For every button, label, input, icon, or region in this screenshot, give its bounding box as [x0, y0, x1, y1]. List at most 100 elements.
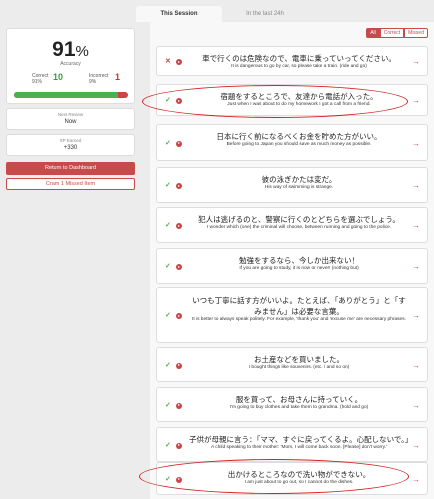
next-review-label: Next Review: [57, 112, 84, 117]
review-item-body: 宿題をするところで、友達から電話が入った。 Just when I was abo…: [189, 91, 409, 108]
correct-check-icon: ✓: [165, 222, 171, 229]
english-translation: I bought things like souvenirs. (etc. / …: [248, 365, 350, 370]
review-item[interactable]: ✓ 子供が母親に言う：「ママ、すぐに戻ってくるよ。心配しないで。」 A child …: [156, 427, 428, 462]
incorrect-count: 1: [115, 72, 121, 82]
accuracy-progress-bar: [14, 92, 128, 98]
review-item-body: 犯人は逃げるのと、警察に行くのとどちらを選ぶでしょう。 I wonder whic…: [189, 214, 409, 231]
audio-play-icon[interactable]: [176, 476, 182, 483]
accuracy-percentage: 91%: [7, 38, 134, 62]
japanese-sentence: 宿題をするところで、友達から電話が入った。: [220, 92, 378, 101]
arrow-right-icon[interactable]: →: [412, 221, 420, 230]
arrow-right-icon[interactable]: →: [412, 57, 420, 66]
english-translation: Before going to Japan you should save as…: [226, 142, 372, 147]
review-item-body: 出かけるところなので洗い物ができない。 I am just about to go…: [189, 469, 409, 486]
audio-play-icon[interactable]: [176, 140, 182, 147]
xp-card: XP Earned +330: [6, 134, 135, 156]
english-translation: If you are going to study, it is now or …: [239, 266, 359, 271]
review-item[interactable]: ✓ お土産などを買いました。 I bought things like souven…: [156, 347, 428, 382]
arrow-right-icon[interactable]: →: [412, 441, 420, 450]
tab-this-session[interactable]: This Session: [136, 6, 222, 22]
filter-group: All Correct Missed: [366, 28, 428, 38]
xp-label: XP Earned: [59, 138, 82, 143]
english-translation: I wonder which (one) the criminal will c…: [206, 225, 392, 230]
review-item[interactable]: ✓ いつも丁寧に話す方がいいよ。たとえば、「ありがとう」と「すみません」は必要な言…: [156, 287, 428, 343]
incorrect-pct: 9%: [89, 79, 97, 85]
review-item[interactable]: ✓ 日本に行く前になるべくお金を貯めた方がいい。 Before going to J…: [156, 124, 428, 161]
arrow-right-icon[interactable]: →: [412, 139, 420, 148]
english-translation: His way of swimming is strange.: [264, 185, 334, 190]
cram-missed-button[interactable]: Cram 1 Missed Item: [6, 178, 135, 190]
correct-check-icon: ✓: [165, 475, 171, 483]
accuracy-progress-fill: [14, 92, 118, 98]
review-item[interactable]: ✓ 勉強をするなら、今しか出来ない！ If you are going to stu…: [156, 248, 428, 284]
audio-play-icon[interactable]: [176, 223, 182, 229]
audio-play-icon[interactable]: [176, 313, 182, 319]
filter-correct-button[interactable]: Correct: [379, 28, 405, 38]
review-item[interactable]: ✓ 犯人は逃げるのと、警察に行くのとどちらを選ぶでしょう。 I wonder whi…: [156, 207, 428, 243]
english-translation: I am just about to go out, so I cannot d…: [244, 480, 354, 485]
return-to-dashboard-button[interactable]: Return to Dashboard: [6, 162, 135, 175]
english-translation: It is dangerous to go by car, so please …: [231, 64, 367, 69]
correct-check-icon: ✓: [165, 361, 171, 369]
review-item-body: 車で行くのは危険なので、電車に乗っていってください。 It is dangerou…: [189, 53, 409, 70]
japanese-sentence: お土産などを買いました。: [254, 355, 344, 364]
next-review-card: Next Review Now: [6, 108, 135, 130]
japanese-sentence: 出かけるところなので洗い物ができない。: [227, 470, 371, 479]
review-item-body: 日本に行く前になるべくお金を貯めた方がいい。 Before going to Ja…: [189, 131, 409, 148]
arrow-right-icon[interactable]: →: [412, 262, 420, 271]
review-item-body: 子供が母親に言う：「ママ、すぐに戻ってくるよ。心配しないで。」 A child s…: [189, 434, 413, 451]
review-item-body: 服を買って、お母さんに持っていく。 I'm going to buy clothe…: [189, 394, 409, 411]
incorrect-stat: Incorrect 9% 1: [89, 73, 120, 86]
review-list-panel: All Correct Missed ✕ 車で行くのは危険なので、電車に乗っていっ…: [150, 22, 434, 499]
xp-value: +330: [63, 145, 78, 151]
correct-check-icon: ✓: [165, 441, 171, 449]
japanese-sentence: いつも丁寧に話す方がいいよ。たとえば、「ありがとう」と「すみません」は必要な言葉…: [192, 296, 406, 316]
review-item[interactable]: ✕ 車で行くのは危険なので、電車に乗っていってください。 It is dangero…: [156, 46, 428, 76]
audio-play-icon[interactable]: [176, 402, 182, 409]
arrow-right-icon[interactable]: →: [412, 311, 420, 320]
audio-play-icon[interactable]: [176, 442, 182, 449]
correct-check-icon: ✓: [165, 312, 171, 319]
tab-last-24h[interactable]: In the last 24h: [222, 6, 308, 22]
review-item[interactable]: ✓ 彼の泳ぎかたは変だ。 His way of swimming is strang…: [156, 167, 428, 203]
accuracy-card: 91% Accuracy Correct 91% 10 Incorrect 9%…: [6, 28, 135, 104]
audio-play-icon[interactable]: [176, 362, 182, 369]
japanese-sentence: 彼の泳ぎかたは変だ。: [261, 175, 337, 184]
japanese-sentence: 犯人は逃げるのと、警察に行くのとどちらを選ぶでしょう。: [198, 215, 400, 224]
incorrect-x-icon: ✕: [165, 58, 171, 65]
filter-all-button[interactable]: All: [366, 28, 380, 38]
review-item-body: いつも丁寧に話す方がいいよ。たとえば、「ありがとう」と「すみません」は必要な言葉…: [189, 295, 409, 323]
english-translation: I'm going to buy clothes and take them t…: [229, 405, 369, 410]
correct-check-icon: ✓: [165, 139, 171, 147]
correct-check-icon: ✓: [165, 97, 171, 104]
review-item-body: お土産などを買いました。 I bought things like souveni…: [189, 354, 409, 371]
english-translation: A child speaking to their mother: 'Mom, …: [211, 445, 387, 450]
arrow-right-icon[interactable]: →: [412, 181, 420, 190]
audio-play-icon[interactable]: [176, 59, 182, 65]
review-item[interactable]: ✓ 宿題をするところで、友達から電話が入った。 Just when I was ab…: [156, 84, 428, 116]
audio-play-icon[interactable]: [176, 183, 182, 189]
correct-count: 10: [53, 72, 64, 82]
correct-pct: 91%: [32, 79, 43, 85]
arrow-right-icon[interactable]: →: [412, 475, 420, 484]
audio-play-icon[interactable]: [176, 98, 182, 104]
review-item-body: 勉強をするなら、今しか出来ない！ If you are going to stud…: [189, 255, 409, 272]
japanese-sentence: 子供が母親に言う：「ママ、すぐに戻ってくるよ。心配しないで。」: [189, 435, 413, 444]
arrow-right-icon[interactable]: →: [412, 401, 420, 410]
review-item[interactable]: ✓ 出かけるところなので洗い物ができない。 I am just about to g…: [156, 462, 428, 495]
correct-check-icon: ✓: [165, 401, 171, 409]
filter-missed-button[interactable]: Missed: [404, 28, 428, 38]
english-translation: It is better to always speak politely. F…: [192, 317, 406, 322]
accuracy-label: Accuracy: [60, 61, 81, 67]
correct-stat: Correct 91% 10: [32, 73, 63, 86]
review-item[interactable]: ✓ 服を買って、お母さんに持っていく。 I'm going to buy cloth…: [156, 387, 428, 422]
arrow-right-icon[interactable]: →: [412, 96, 420, 105]
japanese-sentence: 日本に行く前になるべくお金を貯めた方がいい。: [216, 132, 382, 141]
summary-panel: 91% Accuracy Correct 91% 10 Incorrect 9%…: [6, 28, 135, 190]
japanese-sentence: 勉強をするなら、今しか出来ない！: [239, 256, 359, 265]
japanese-sentence: 服を買って、お母さんに持っていく。: [235, 395, 363, 404]
english-translation: Just when I was about to do my homework …: [227, 102, 371, 107]
audio-play-icon[interactable]: [176, 264, 182, 270]
accuracy-value: 91: [52, 38, 76, 61]
arrow-right-icon[interactable]: →: [412, 361, 420, 370]
